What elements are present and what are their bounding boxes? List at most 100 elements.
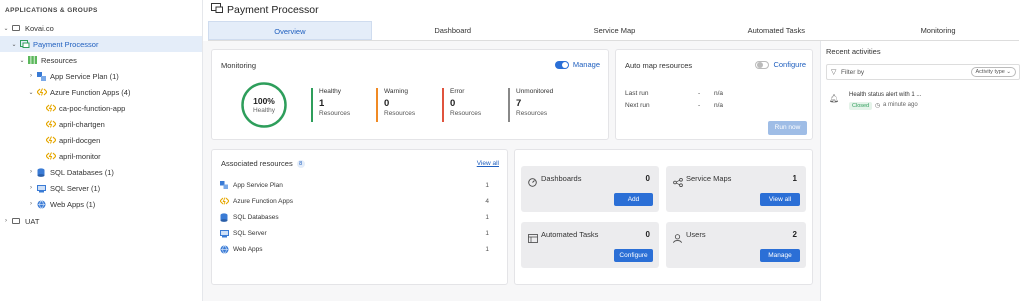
tab-overview[interactable]: Overview: [208, 21, 372, 40]
associated-row-label: SQL Databases: [233, 213, 279, 221]
tile-service-maps: Service Maps 1 View all: [666, 166, 806, 212]
function-app-icon: [45, 104, 57, 112]
chevron-right-icon[interactable]: ›: [27, 73, 35, 79]
health-label: Healthy: [252, 107, 276, 114]
chevron-down-icon[interactable]: ⌄: [18, 57, 26, 64]
tree-item-web-apps[interactable]: › Web Apps (1): [0, 196, 202, 212]
configure-toggle-group[interactable]: Configure: [755, 60, 806, 69]
tree-item-label: App Service Plan (1): [50, 71, 119, 81]
chevron-right-icon[interactable]: ›: [27, 201, 35, 207]
tree-item-uat[interactable]: › UAT: [0, 213, 202, 229]
tree-item-label: Kovai.co: [25, 23, 54, 33]
web-app-icon: [220, 245, 229, 254]
associated-title: Associated resources: [221, 159, 293, 168]
view-all-link[interactable]: View all: [477, 160, 499, 167]
associated-row-function-apps[interactable]: Azure Function Apps 4: [219, 197, 489, 205]
tree-item-april-chartgen[interactable]: april-chartgen: [0, 116, 202, 132]
tab-automated-tasks[interactable]: Automated Tasks: [695, 21, 858, 40]
next-run-value: n/a: [714, 102, 724, 109]
configure-link[interactable]: Configure: [773, 60, 806, 69]
stat-value: 0: [450, 98, 456, 109]
filter-icon: ▽: [831, 69, 837, 76]
associated-row-sql-databases[interactable]: SQL Databases 1: [220, 213, 489, 222]
stat-value: 7: [516, 98, 522, 109]
next-run-label: Next run: [625, 102, 650, 109]
tree-item-resources[interactable]: ⌄ Resources: [0, 52, 202, 68]
user-icon: [673, 230, 682, 243]
app-service-plan-icon: [37, 72, 47, 81]
sidebar-title: APPLICATIONS & GROUPS: [5, 7, 98, 14]
tab-monitoring[interactable]: Monitoring: [857, 21, 1019, 40]
associated-row-count: 1: [485, 181, 489, 189]
last-run-sep: -: [698, 90, 701, 97]
recent-activities-panel: Recent activities ▽ Filter by Activity t…: [820, 41, 1024, 301]
activities-title: Recent activities: [826, 47, 881, 56]
associated-row-web-apps[interactable]: Web Apps 1: [220, 245, 489, 254]
tile-count: 0: [645, 174, 650, 183]
status-badge: Closed: [849, 102, 873, 110]
automap-title: Auto map resources: [625, 61, 693, 70]
tree-item-kovai[interactable]: ⌄ Kovai.co: [0, 20, 202, 36]
view-all-service-maps-button[interactable]: View all: [760, 193, 800, 206]
tree-item-april-monitor[interactable]: april-monitor: [0, 148, 202, 164]
tree-item-ca-poc-function-app[interactable]: ca-poc-function-app: [0, 100, 202, 116]
associated-row-app-service-plan[interactable]: App Service Plan 1: [220, 181, 489, 189]
tree-item-azure-function-apps[interactable]: ⌄ Azure Function Apps (4): [0, 84, 202, 100]
tab-dashboard[interactable]: Dashboard: [371, 21, 534, 40]
activity-item[interactable]: 🔔︎ Health status alert with 1 ... Closed…: [821, 87, 1024, 117]
manage-link[interactable]: Manage: [573, 60, 600, 69]
chevron-right-icon[interactable]: ›: [27, 185, 35, 191]
filter-input[interactable]: Filter by: [841, 69, 864, 76]
tree-item-april-docgen[interactable]: april-docgen: [0, 132, 202, 148]
associated-row-label: SQL Server: [233, 229, 267, 237]
chevron-right-icon[interactable]: ›: [2, 218, 10, 224]
tree-item-label: SQL Server (1): [50, 183, 101, 193]
stat-unmonitored: Unmonitored 7 Resources: [508, 88, 553, 122]
tree-item-label: Resources: [41, 55, 77, 65]
manage-users-button[interactable]: Manage: [760, 249, 800, 262]
automap-toggle[interactable]: [755, 60, 770, 69]
tree-item-label: april-docgen: [59, 135, 101, 145]
manage-toggle-group[interactable]: Manage: [554, 60, 600, 69]
stat-sub: Resources: [319, 110, 351, 117]
chevron-right-icon[interactable]: ›: [27, 169, 35, 175]
tab-service-map[interactable]: Service Map: [533, 21, 696, 40]
bell-icon: 🔔︎: [829, 94, 840, 103]
function-app-icon: [45, 136, 57, 144]
tree-item-payment-processor[interactable]: ⌄ Payment Processor: [0, 36, 202, 52]
chevron-down-icon[interactable]: ⌄: [2, 25, 10, 32]
manage-toggle[interactable]: [554, 60, 569, 69]
stat-sub: Resources: [450, 110, 482, 117]
tree-item-label: UAT: [25, 216, 40, 226]
monitoring-title: Monitoring: [221, 61, 257, 70]
web-app-icon: [37, 200, 47, 209]
chevron-down-icon[interactable]: ⌄: [10, 41, 18, 48]
add-dashboard-button[interactable]: Add: [614, 193, 653, 206]
folder-icon: [12, 217, 22, 225]
stat-healthy: Healthy 1 Resources: [311, 88, 350, 122]
tile-dashboards: Dashboards 0 Add: [521, 166, 659, 212]
associated-row-label: Web Apps: [233, 245, 263, 253]
stat-value: 0: [384, 98, 390, 109]
tree-item-sql-server[interactable]: › SQL Server (1): [0, 180, 202, 196]
associated-row-count: 1: [485, 213, 489, 221]
tile-count: 0: [645, 230, 650, 239]
tree-item-app-service-plan[interactable]: › App Service Plan (1): [0, 68, 202, 84]
associated-row-sql-server[interactable]: SQL Server 1: [220, 229, 489, 238]
sidebar: APPLICATIONS & GROUPS ⌄ Kovai.co ⌄ Payme…: [0, 0, 203, 301]
associated-row-label: Azure Function Apps: [233, 197, 293, 205]
activity-type-select[interactable]: Activity type ⌄: [970, 67, 1016, 77]
tree-item-sql-databases[interactable]: › SQL Databases (1): [0, 164, 202, 180]
tree-item-label: Payment Processor: [33, 39, 99, 49]
stat-sub: Resources: [516, 110, 548, 117]
stat-sub: Resources: [384, 110, 416, 117]
function-app-icon: [219, 197, 230, 205]
sql-server-icon: [220, 229, 229, 238]
tile-title: Automated Tasks: [541, 230, 599, 239]
chevron-down-icon[interactable]: ⌄: [27, 89, 35, 96]
configure-tasks-button[interactable]: Configure: [614, 249, 653, 262]
associated-row-label: App Service Plan: [233, 181, 283, 189]
last-run-label: Last run: [625, 90, 649, 97]
tile-title: Users: [686, 230, 706, 239]
run-now-button[interactable]: Run now: [768, 121, 807, 135]
